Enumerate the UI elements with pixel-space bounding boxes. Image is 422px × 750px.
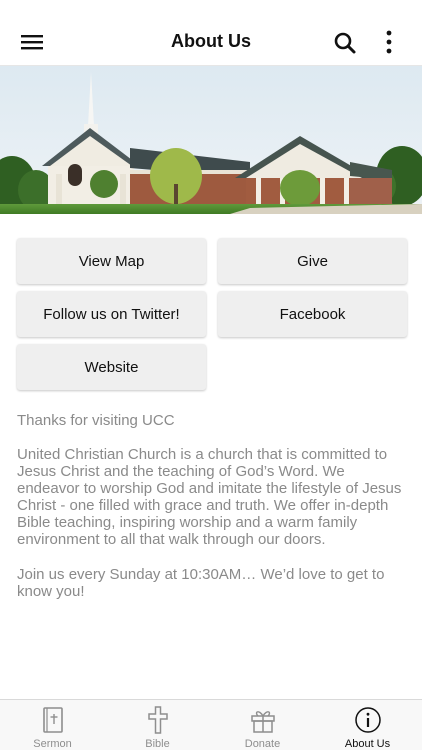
tab-bar: Sermon Bible Donate About Us — [0, 699, 422, 750]
tab-about-us[interactable]: About Us — [315, 700, 420, 750]
website-button[interactable]: Website — [17, 344, 206, 390]
view-map-button[interactable]: View Map — [17, 238, 206, 284]
about-description: United Christian Church is a church that… — [17, 446, 402, 548]
tab-label: Sermon — [33, 738, 72, 750]
twitter-button[interactable]: Follow us on Twitter! — [17, 291, 206, 337]
navigation-bar: About Us — [0, 0, 422, 66]
gift-icon — [251, 711, 275, 733]
service-invite-text: Join us every Sunday at 10:30AM… We’d lo… — [17, 566, 385, 600]
vertical-dots-icon — [386, 30, 392, 54]
cross-icon — [148, 706, 168, 734]
tab-label: Donate — [244, 738, 281, 750]
church-photo — [0, 66, 422, 214]
tab-donate[interactable]: Donate — [210, 700, 315, 750]
tab-sermon[interactable]: Sermon — [0, 700, 105, 750]
search-button[interactable] — [330, 28, 360, 58]
facebook-button[interactable]: Facebook — [218, 291, 407, 337]
greeting-text: Thanks for visiting UCC — [17, 412, 175, 429]
more-options-button[interactable] — [376, 27, 402, 57]
book-icon — [43, 707, 63, 733]
info-icon — [355, 707, 381, 733]
tab-bible[interactable]: Bible — [105, 700, 210, 750]
tab-label: Bible — [145, 738, 170, 750]
search-icon — [334, 32, 356, 54]
give-button[interactable]: Give — [218, 238, 407, 284]
tab-label: About Us — [344, 738, 391, 750]
